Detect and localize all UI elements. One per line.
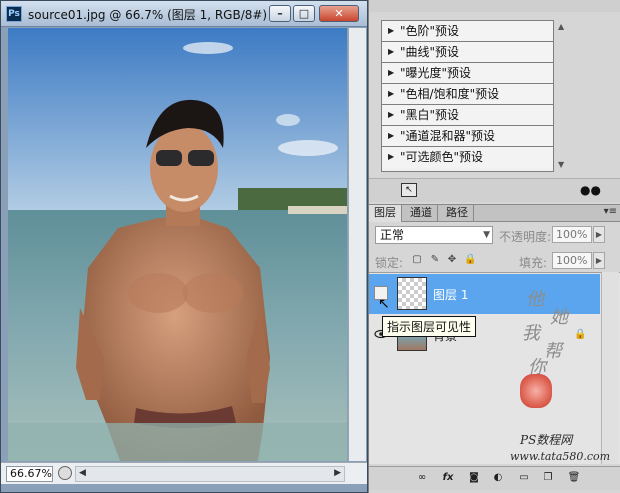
preset-curves[interactable]: ▶ "曲线"预设 [382, 42, 553, 63]
delete-layer-icon[interactable]: 🗑 [567, 471, 581, 485]
calligraphy-char: 他 [526, 289, 544, 310]
mouse-cursor-icon: ↖ [378, 296, 390, 312]
document-titlebar[interactable]: Ps source01.jpg @ 66.7% (图层 1, RGB/8#) *… [1, 1, 367, 27]
lock-image-icon[interactable]: ✎ [429, 254, 441, 266]
status-info-icon[interactable] [58, 466, 72, 480]
adjustment-presets-list: ▶ "色阶"预设 ▶ "曲线"预设 ▶ "曝光度"预设 ▶ "色相/饱和度"预设 ▶ "黑… [381, 20, 554, 172]
expand-triangle-icon: ▶ [388, 89, 395, 98]
expand-triangle-icon: ▶ [388, 152, 395, 161]
tab-paths[interactable]: 路径 [441, 205, 474, 222]
lock-position-icon[interactable]: ✥ [446, 254, 458, 266]
red-seal-stamp [520, 374, 552, 408]
document-title: source01.jpg @ 66.7% (图层 1, RGB/8#) * [28, 8, 277, 22]
preset-selective-color[interactable]: ▶ "可选颜色"预设 [382, 147, 553, 168]
preset-levels[interactable]: ▶ "色阶"预设 [382, 21, 553, 42]
opacity-slider-toggle[interactable]: ▶ [593, 226, 605, 243]
watermark-url: www.tata580.com [510, 450, 611, 463]
calligraphy-char: 我 [522, 323, 540, 344]
clip-to-layer-icon[interactable]: ●● [580, 183, 602, 197]
scroll-up-icon[interactable]: ▲ [558, 22, 564, 31]
dropdown-arrow-icon: ▼ [483, 230, 490, 240]
adjustments-footer: ↖ ●● [369, 178, 620, 202]
preset-channel-mixer[interactable]: ▶ "通道混和器"预设 [382, 126, 553, 147]
lock-transparent-icon[interactable]: ▢ [411, 254, 423, 266]
blend-mode-row: 正常 ▼ 不透明度: 100% ▶ [369, 224, 620, 248]
lock-all-icon[interactable]: 🔒 [464, 254, 476, 266]
image-canvas[interactable] [8, 28, 347, 461]
close-button[interactable]: ✕ [319, 5, 359, 22]
tab-channels[interactable]: 通道 [405, 205, 438, 222]
opacity-label: 不透明度: [499, 230, 552, 244]
blend-mode-select[interactable]: 正常 ▼ [375, 226, 493, 244]
adjustment-icons-strip[interactable] [369, 0, 620, 12]
visibility-tooltip: 指示图层可见性 [382, 316, 477, 337]
layers-panel-tabs: 图层 通道 路径 ▾≡ [369, 204, 620, 222]
calligraphy-char: 帮 [544, 341, 562, 362]
layers-toolbar: ∞ fx ◙ ◐ ▭ ❐ 🗑 [369, 466, 620, 490]
adjustment-layer-icon[interactable]: ◐ [491, 471, 505, 485]
link-layers-icon[interactable]: ∞ [415, 471, 429, 485]
new-group-icon[interactable]: ▭ [517, 471, 531, 485]
document-statusbar: 66.67% ◀ ▶ [1, 462, 367, 484]
fill-label: 填充: [519, 256, 548, 270]
presets-scrollbar[interactable]: ▲ ▼ [556, 20, 568, 172]
opacity-field[interactable]: 100% [552, 226, 592, 243]
layer-thumbnail [397, 277, 427, 310]
return-to-list-icon[interactable]: ↖ [401, 183, 417, 197]
document-window: Ps source01.jpg @ 66.7% (图层 1, RGB/8#) *… [0, 0, 368, 493]
zoom-level-field[interactable]: 66.67% [6, 466, 53, 482]
minimize-button[interactable]: – [269, 5, 291, 22]
preset-hue-saturation[interactable]: ▶ "色相/饱和度"预设 [382, 84, 553, 105]
layer-name[interactable]: 图层 1 [433, 286, 468, 303]
layer-style-icon[interactable]: fx [441, 471, 455, 485]
document-vertical-scrollbar[interactable] [348, 28, 366, 461]
fill-slider-toggle[interactable]: ▶ [593, 252, 605, 269]
scroll-left-icon[interactable]: ◀ [79, 468, 86, 478]
preset-exposure[interactable]: ▶ "曝光度"预设 [382, 63, 553, 84]
calligraphy-char: 她 [550, 307, 568, 328]
expand-triangle-icon: ▶ [388, 110, 395, 119]
maximize-button[interactable]: □ [293, 5, 315, 22]
add-mask-icon[interactable]: ◙ [467, 471, 481, 485]
lock-label: 锁定: [375, 256, 404, 270]
lock-row: 锁定: ▢ ✎ ✥ 🔒 填充: 100% ▶ [369, 250, 620, 272]
expand-triangle-icon: ▶ [388, 47, 395, 56]
document-horizontal-scrollbar[interactable]: ◀ ▶ [75, 466, 345, 482]
preset-black-white[interactable]: ▶ "黑白"预设 [382, 105, 553, 126]
expand-triangle-icon: ▶ [388, 26, 395, 35]
expand-triangle-icon: ▶ [388, 68, 395, 77]
photoshop-app-icon: Ps [6, 6, 22, 22]
tab-layers[interactable]: 图层 [369, 205, 402, 222]
new-layer-icon[interactable]: ❐ [541, 471, 555, 485]
layers-scrollbar[interactable] [601, 272, 619, 464]
panel-menu-icon[interactable]: ▾≡ [604, 206, 617, 217]
watermark-site-name: PS数程网 [520, 433, 573, 447]
scroll-down-icon[interactable]: ▼ [558, 160, 564, 169]
fill-field[interactable]: 100% [552, 252, 592, 269]
canvas-photo [8, 28, 347, 461]
scroll-right-icon[interactable]: ▶ [334, 468, 341, 478]
expand-triangle-icon: ▶ [388, 131, 395, 140]
